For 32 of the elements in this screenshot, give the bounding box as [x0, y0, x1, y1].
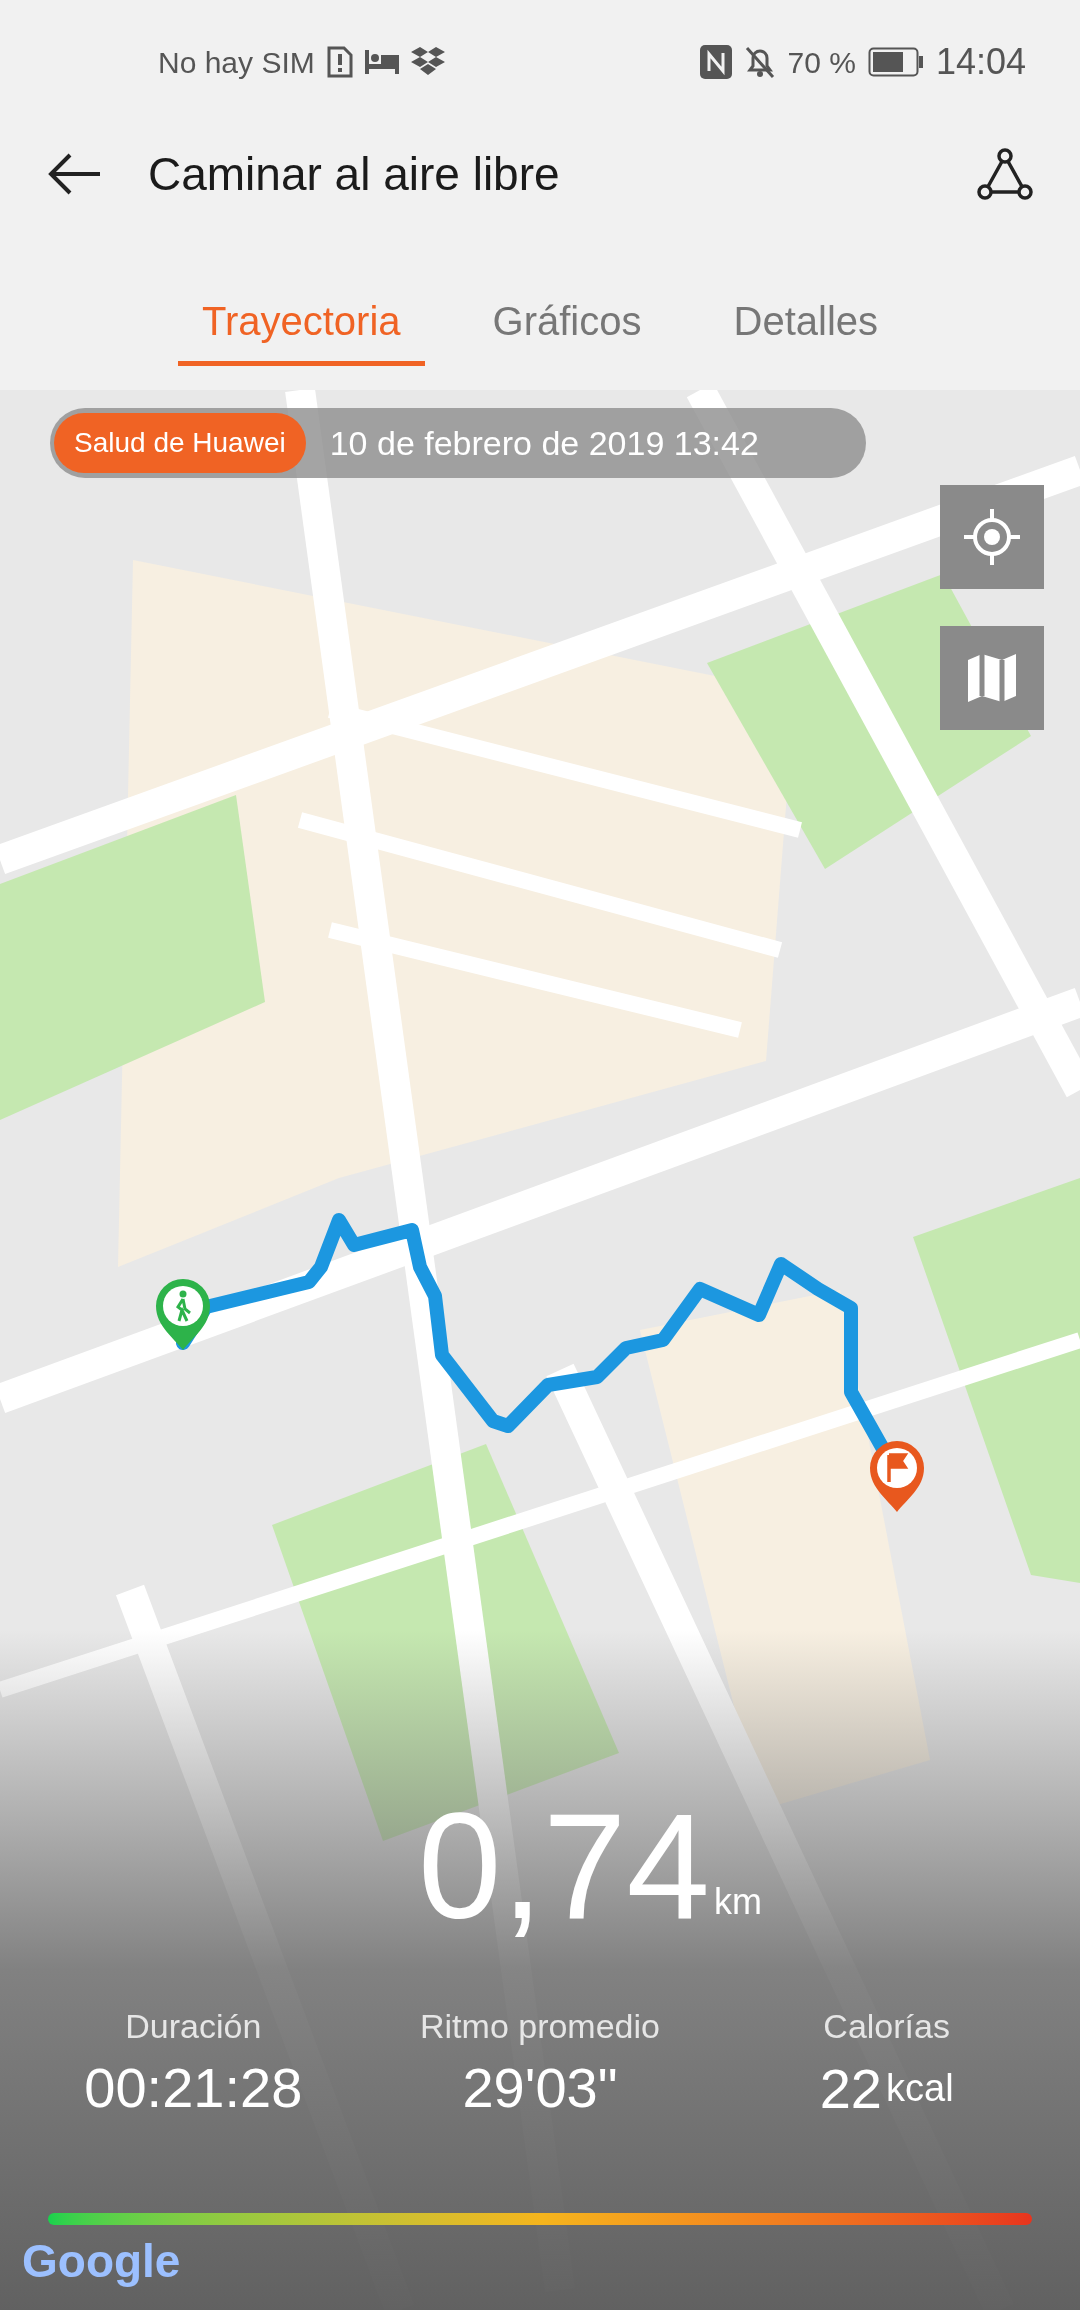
- battery-icon: [867, 47, 924, 77]
- map-layer-button[interactable]: [940, 626, 1044, 730]
- stat-value: 00:21:28: [84, 2060, 303, 2116]
- distance-value: 0,74: [418, 1791, 710, 1941]
- distance-unit: km: [713, 1880, 762, 1924]
- route-icon: [977, 148, 1033, 200]
- finish-flag-pin-icon: [868, 1440, 926, 1512]
- stat-label: Duración: [125, 2006, 262, 2047]
- stat-value: 29'03": [462, 2060, 618, 2116]
- stat-unit: kcal: [886, 2066, 954, 2111]
- stat-label: Calorías: [823, 2006, 950, 2047]
- back-arrow-icon: [48, 152, 102, 196]
- source-badge: Salud de Huawei: [54, 413, 306, 473]
- tab[interactable]: Detalles: [709, 291, 902, 366]
- dropbox-icon: [410, 47, 445, 77]
- battery-percent-text: 70 %: [787, 44, 856, 81]
- sim-alert-icon: [326, 46, 353, 78]
- page-title: Caminar al aire libre: [148, 146, 561, 202]
- map-attribution-logo: Google: [22, 2235, 181, 2287]
- start-walker-pin-icon: [154, 1278, 212, 1350]
- stat-label: Ritmo promedio: [420, 2006, 660, 2047]
- stat-value: 22: [819, 2061, 882, 2117]
- carrier-text: No hay SIM: [158, 44, 315, 81]
- nfc-icon: [699, 45, 732, 79]
- locate-button[interactable]: [940, 485, 1044, 589]
- locate-icon: [962, 507, 1022, 567]
- bed-icon: [364, 50, 399, 74]
- tab[interactable]: Gráficos: [468, 291, 666, 366]
- date-text: 10 de febrero de 2019 13:42: [329, 422, 759, 464]
- bell-off-icon: [743, 45, 776, 79]
- tab[interactable]: Trayectoria: [178, 291, 425, 366]
- clock-text: 14:04: [935, 40, 1026, 84]
